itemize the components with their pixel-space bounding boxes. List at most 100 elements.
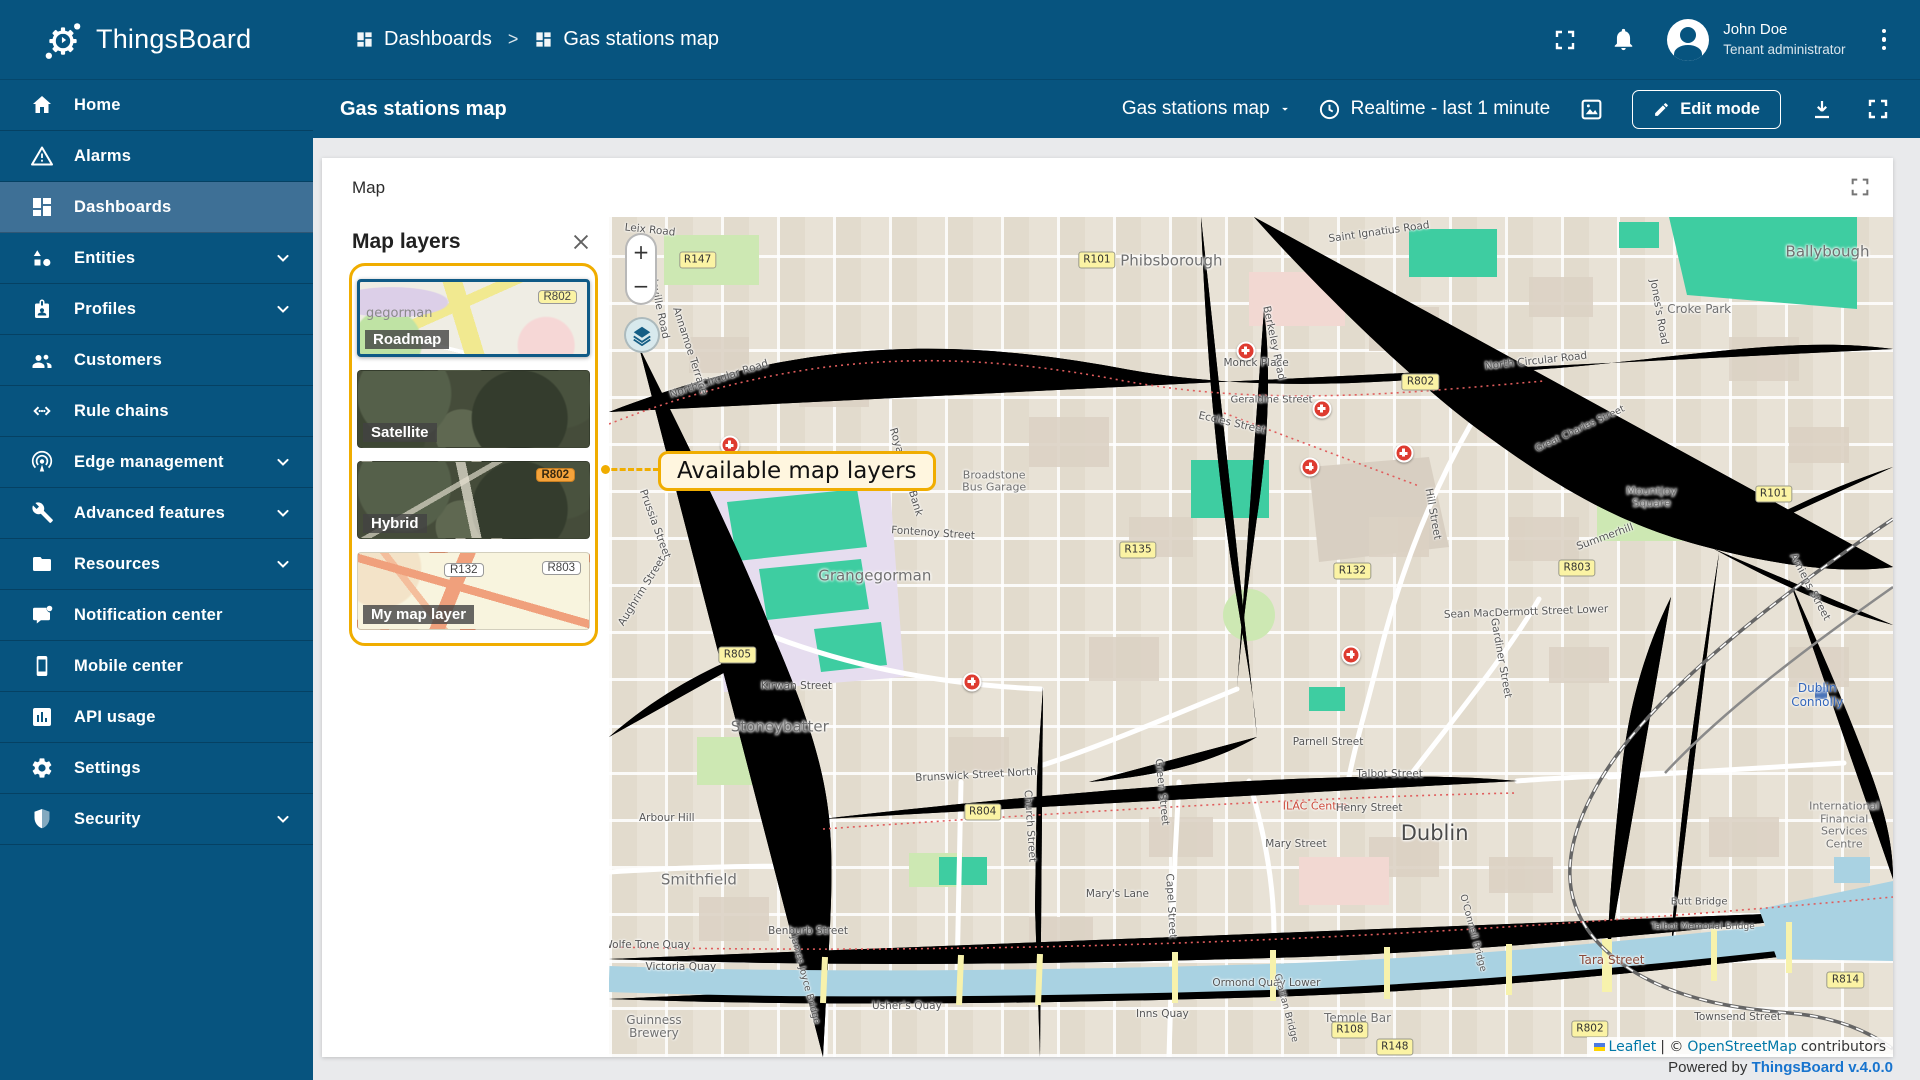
user-menu[interactable]: John Doe Tenant administrator: [1667, 18, 1846, 61]
thingsboard-version-link[interactable]: ThingsBoard v.4.0.0: [1752, 1059, 1893, 1076]
sidebar-item-home[interactable]: Home: [0, 80, 313, 131]
map-street-label: Mary's Lane: [1085, 888, 1150, 901]
fullscreen-icon[interactable]: [1863, 94, 1893, 124]
map[interactable]: Phibsborough Ballybough Grangegorman Stoney…: [609, 217, 1893, 1057]
map-area-label: Mountjoy Square: [1626, 483, 1677, 510]
ukraine-flag-icon: [1593, 1043, 1605, 1051]
chevron-down-icon: [273, 452, 293, 472]
chevron-down-icon: [273, 809, 293, 829]
breadcrumb-dashboards[interactable]: Dashboards: [355, 28, 492, 51]
map-layer-option[interactable]: gegorman R802 Roadmap: [357, 279, 590, 357]
map-street-label: Kirwan Street: [760, 679, 832, 692]
route-badge: R814: [1826, 971, 1865, 989]
route-badge: R132: [1333, 562, 1372, 580]
chevron-down-icon: [273, 554, 293, 574]
route-badge: R135: [1119, 541, 1157, 559]
warning-icon: [31, 146, 53, 166]
route-badge: R804: [963, 803, 1002, 821]
map-street-label: Talbot Memorial Bridge: [1651, 921, 1755, 932]
sidebar-item-security[interactable]: Security: [0, 794, 313, 845]
breadcrumb-separator: >: [507, 29, 519, 49]
layers-icon: [633, 326, 651, 346]
map-layer-option[interactable]: R132 R803 My map layer: [357, 552, 590, 630]
gas-station-marker[interactable]: [1300, 457, 1320, 477]
sidebar-item-entities[interactable]: Entities: [0, 233, 313, 284]
dashboard-select[interactable]: Gas stations map: [1122, 98, 1292, 120]
close-icon[interactable]: [570, 231, 592, 253]
chart-icon: [33, 708, 51, 726]
sidebar-item-advanced-features[interactable]: Advanced features: [0, 488, 313, 539]
breadcrumb-current[interactable]: Gas stations map: [534, 28, 719, 51]
map-area-label: Phibsborough: [1120, 251, 1223, 270]
dashboard-toolbar: Gas stations map Gas stations map Realti…: [313, 80, 1920, 138]
map-layers-list: gegorman R802 Roadmap Satellite R802 Hyb…: [349, 263, 598, 646]
shield-icon: [34, 809, 50, 829]
zoom-in-button[interactable]: +: [627, 235, 655, 269]
sidebar-item-profiles[interactable]: Profiles: [0, 284, 313, 335]
edit-mode-button[interactable]: Edit mode: [1632, 89, 1781, 129]
sidebar-item-edge-management[interactable]: Edge management: [0, 437, 313, 488]
dashboards-icon: [33, 198, 51, 216]
map-layer-label: Roadmap: [365, 330, 450, 349]
route-badge: R802: [1571, 1020, 1609, 1038]
timewindow-button[interactable]: Realtime - last 1 minute: [1318, 98, 1550, 121]
map-area-label: Dublin Connolly: [1791, 681, 1844, 709]
sidebar-item-api-usage[interactable]: API usage: [0, 692, 313, 743]
map-layer-option[interactable]: R802 Hybrid: [357, 461, 590, 539]
map-street-label: Talbot Street: [1356, 767, 1423, 780]
chevron-down-icon: [273, 299, 293, 319]
pencil-icon: [1655, 102, 1669, 116]
map-layers-button[interactable]: [624, 317, 660, 353]
map-street-label: Ormond Quay Lower: [1212, 977, 1321, 990]
sidebar-item-mobile-center[interactable]: Mobile center: [0, 641, 313, 692]
gas-station-marker[interactable]: [1312, 399, 1332, 419]
gas-station-marker[interactable]: [1236, 341, 1256, 361]
widget-title: Map: [352, 177, 386, 197]
route-badge: R108: [1331, 1021, 1369, 1039]
sidebar-item-dashboards[interactable]: Dashboards: [0, 182, 313, 233]
sidebar-item-customers[interactable]: Customers: [0, 335, 313, 386]
map-area-label: Guinness Brewery: [626, 1012, 682, 1041]
gas-station-marker[interactable]: [1341, 645, 1361, 665]
sidebar: Home Alarms Dashboards Entities Profiles…: [0, 80, 313, 1080]
home-icon: [33, 96, 51, 113]
map-street-label: Wolfe Tone Quay: [609, 939, 691, 952]
map-area-label: Grangegorman: [818, 566, 932, 585]
gas-station-marker[interactable]: [1394, 443, 1414, 463]
map-street-label: Henry Street: [1335, 802, 1403, 815]
entities-icon: [33, 250, 51, 267]
gas-station-marker[interactable]: [962, 672, 982, 692]
sidebar-item-notification-center[interactable]: Notification center: [0, 590, 313, 641]
route-badge: R101: [1078, 251, 1116, 269]
widget-fullscreen-icon[interactable]: [1849, 176, 1871, 198]
gear-icon: [32, 758, 52, 778]
map-layer-option[interactable]: Satellite: [357, 370, 590, 448]
download-icon[interactable]: [1807, 94, 1837, 124]
zoom-out-button[interactable]: −: [627, 269, 655, 303]
more-options-kebab-icon[interactable]: [1876, 25, 1893, 55]
dashboard-image-icon[interactable]: [1576, 94, 1606, 124]
sidebar-item-settings[interactable]: Settings: [0, 743, 313, 794]
osm-link[interactable]: OpenStreetMap: [1687, 1039, 1796, 1055]
map-street-label: Butt Bridge: [1670, 896, 1728, 908]
app-logo[interactable]: ThingsBoard: [0, 19, 313, 61]
callout-tooltip: Available map layers: [658, 451, 936, 491]
notification-center-icon: [33, 605, 53, 624]
sidebar-item-resources[interactable]: Resources: [0, 539, 313, 590]
map-street-label: Mary Street: [1265, 838, 1327, 851]
dashboards-icon: [357, 32, 372, 47]
sidebar-item-rule-chains[interactable]: Rule chains: [0, 386, 313, 437]
notifications-bell-icon[interactable]: [1609, 26, 1637, 54]
fullscreen-icon[interactable]: [1551, 26, 1579, 54]
leaflet-link[interactable]: Leaflet: [1609, 1039, 1657, 1055]
map-area-label: Dublin: [1400, 820, 1469, 845]
sidebar-item-alarms[interactable]: Alarms: [0, 131, 313, 182]
route-badge: R805: [718, 646, 757, 664]
powered-by: Powered by ThingsBoard v.4.0.0: [1668, 1059, 1893, 1076]
map-area-label: Ballybough: [1785, 242, 1870, 261]
user-name: John Doe: [1723, 21, 1788, 39]
caret-down-icon: [1281, 107, 1288, 111]
map-layers-title: Map layers: [352, 230, 461, 253]
map-area-label: Croke Park: [1667, 302, 1732, 317]
callout-connector: [601, 465, 659, 474]
